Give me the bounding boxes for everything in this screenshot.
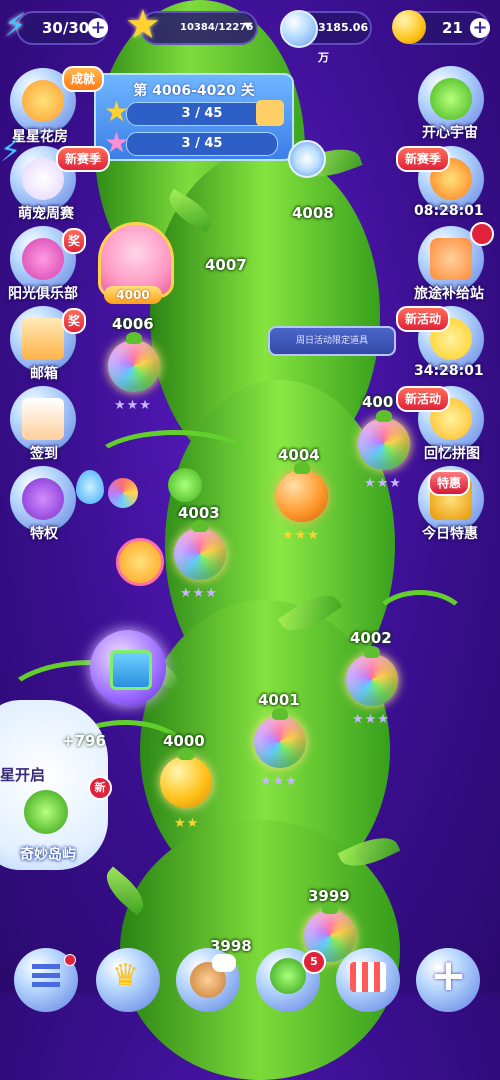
happy-universe-label: 开心宇宙 (422, 125, 478, 141)
new-event-badge: 新活动 (396, 306, 451, 332)
level-4006-node[interactable] (108, 332, 160, 392)
level-4005-stars: ★★★ (364, 476, 402, 491)
coin-count: 3185.06万 (318, 21, 369, 64)
level-4008-label: 4008 (292, 204, 334, 222)
energy-count: 30/30 (42, 19, 90, 37)
level-range-panel[interactable]: 第 4006-4020 关 3 / 45 3 / 45 ★ ★ (94, 73, 294, 161)
season-timer: 08:28:01 (414, 203, 484, 219)
level-4000-stars: ★★ (174, 816, 200, 831)
energy-add-button[interactable]: + (88, 18, 108, 38)
menu-icon (32, 964, 60, 988)
pinwheel-icon[interactable] (108, 478, 138, 508)
friends-button[interactable] (176, 948, 240, 1012)
add-button[interactable]: + (416, 948, 480, 1012)
checkin-label: 签到 (30, 446, 58, 462)
level-4003-node[interactable] (174, 520, 226, 580)
level-4003-stars: ★★★ (180, 586, 218, 601)
crown-medal-icon[interactable] (116, 538, 164, 586)
flower-house-icon (22, 80, 64, 122)
level-4004-stars: ★★★ (282, 528, 320, 543)
ticket-add-button[interactable]: + (470, 18, 490, 38)
level-4000-node[interactable] (160, 748, 212, 808)
travel-supply-label: 旅途补给站 (414, 286, 484, 302)
level-4002-node[interactable] (346, 646, 398, 706)
crown-icon: ♛ (112, 958, 139, 993)
sunshine-club-label: 阳光俱乐部 (8, 286, 78, 302)
ticket-icon (392, 10, 426, 44)
new-season-badge: 新赛季 (56, 146, 111, 172)
island-label: 奇妙岛屿 (20, 847, 76, 863)
notification-dot (470, 222, 494, 246)
level-4002-label: 4002 (350, 629, 392, 647)
chat-icon (212, 954, 236, 972)
deal-badge: 特惠 (428, 470, 471, 496)
gift-icon (256, 100, 284, 126)
coin-icon (280, 10, 318, 48)
new-season-badge: 新赛季 (396, 146, 451, 172)
mail-reward-badge: 奖 (62, 308, 87, 334)
shop-button[interactable] (336, 948, 400, 1012)
backpack-icon (430, 238, 472, 280)
envelope-icon (22, 318, 64, 360)
star-progress-text: 10384/12276 (180, 22, 254, 33)
reward-badge: 奖 (62, 228, 87, 254)
frog-icon (430, 78, 472, 120)
chevron-down-icon: ▼ (244, 21, 252, 32)
level-4001-stars: ★★★ (260, 774, 298, 789)
star-icon: ★ (125, 2, 161, 48)
island-plus-score: +796 (62, 732, 106, 750)
level-4005-label: 400 (362, 393, 394, 411)
level-4002-stars: ★★★ (352, 712, 390, 727)
island-tree-icon (24, 790, 68, 834)
lightning-icon: ⚡ (0, 134, 22, 169)
magnifier-icon[interactable] (288, 140, 326, 178)
owl-icon (22, 478, 64, 520)
calendar-icon (22, 398, 64, 440)
avatar-level-banner: 4000 (104, 286, 162, 304)
level-4007-label: 4007 (205, 256, 247, 274)
clover-icon[interactable] (168, 468, 202, 502)
level-4001-node[interactable] (254, 708, 306, 768)
water-drop-icon[interactable] (76, 470, 104, 504)
level-range-progress-2: 3 / 45 (126, 132, 278, 156)
gift-box-icon (110, 650, 152, 690)
level-4006-label: 4006 (112, 315, 154, 333)
crown-button[interactable]: ♛ (96, 948, 160, 1012)
plus-icon: + (430, 950, 467, 1001)
lightning-icon: ⚡ (4, 6, 27, 44)
island-new-badge: 新 (88, 776, 112, 800)
privilege-label: 特权 (30, 526, 58, 542)
daily-deal-label: 今日特惠 (422, 526, 478, 542)
pet-weekly-label: 萌宠周赛 (18, 206, 74, 222)
level-4005-node[interactable] (358, 410, 410, 470)
shop-icon (350, 962, 386, 992)
new-event-badge: 新活动 (396, 386, 451, 412)
menu-notification-dot (64, 954, 76, 966)
level-4001-label: 4001 (258, 691, 300, 709)
vip-owl-icon (22, 238, 64, 280)
ticket-count: 21 (442, 19, 463, 37)
memory-puzzle-label: 回忆拼图 (424, 446, 480, 462)
mailbox-label: 邮箱 (30, 366, 58, 382)
island-partial-text: 星开启 (0, 766, 46, 784)
gold-star-icon: ★ (104, 95, 130, 128)
tree-icon (270, 958, 306, 994)
level-4006-stars: ★★★ (114, 398, 152, 413)
event-timer: 34:28:01 (414, 363, 484, 379)
tree-notification-badge: 5 (302, 950, 326, 974)
event-tip-bubble[interactable]: 周日活动限定道具 (268, 326, 396, 356)
achievement-badge: 成就 (62, 66, 105, 92)
level-4004-node[interactable] (276, 462, 328, 522)
